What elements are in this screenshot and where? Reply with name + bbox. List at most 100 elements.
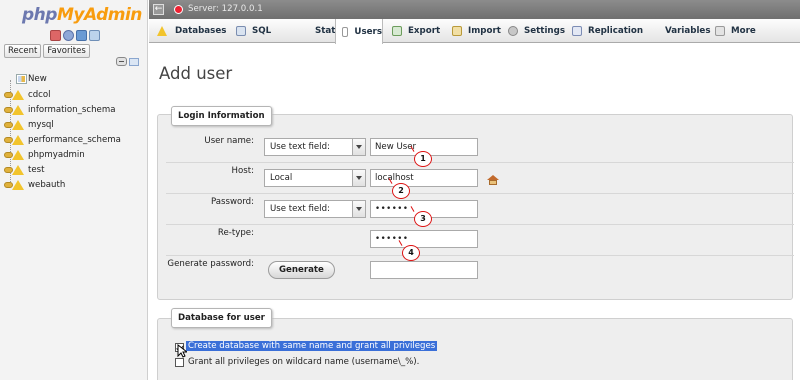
annotation-number: 4 xyxy=(408,248,414,257)
tab-label: Settings xyxy=(524,26,566,36)
generate-password-label: Generate password: xyxy=(167,259,254,269)
database-for-user-legend: Database for user xyxy=(171,308,272,328)
tree-item-performance-schema[interactable]: performance_schema xyxy=(0,132,148,147)
tab-label: Databases xyxy=(175,26,227,36)
users-icon xyxy=(342,26,349,37)
server-breadcrumb: ← Server: 127.0.0.1 xyxy=(149,0,800,19)
recent-favorites-tabs: Recent Favorites xyxy=(4,44,90,58)
server-label[interactable]: Server: 127.0.0.1 xyxy=(188,4,263,14)
tab-label: Variables xyxy=(665,26,711,36)
database-icon xyxy=(4,179,28,191)
phpmyadmin-logo[interactable]: phpMyAdmin xyxy=(22,5,142,25)
mouse-cursor-icon xyxy=(177,344,187,358)
row-divider xyxy=(166,193,794,194)
settings-icon xyxy=(508,26,518,36)
logout-icon[interactable] xyxy=(63,30,74,41)
tree-item-label: cdcol xyxy=(28,89,51,100)
retype-password-input[interactable]: •••••• xyxy=(370,230,478,248)
tab-sql[interactable]: SQL xyxy=(236,19,271,43)
tab-label: More xyxy=(731,26,756,36)
favorites-tab[interactable]: Favorites xyxy=(43,44,90,58)
row-divider xyxy=(166,162,794,163)
tree-item-label: test xyxy=(28,164,45,175)
annotation-marker-2: 2 xyxy=(388,178,410,199)
tree-item-label: New xyxy=(28,73,47,84)
back-arrow-icon[interactable]: ← xyxy=(153,4,164,15)
tab-export[interactable]: Export xyxy=(392,19,440,43)
tree-item-cdcol[interactable]: cdcol xyxy=(0,87,148,102)
server-icon xyxy=(174,5,183,14)
generated-password-input[interactable] xyxy=(370,261,478,279)
logo-php-text: php xyxy=(22,5,57,25)
quick-icons xyxy=(50,30,100,42)
database-icon xyxy=(4,104,28,116)
retype-label: Re-type: xyxy=(217,228,254,238)
host-home-icon xyxy=(487,175,499,185)
row-spacer xyxy=(166,128,794,129)
tree-item-webauth[interactable]: webauth xyxy=(0,177,148,192)
grant-wildcard-label[interactable]: Grant all privileges on wildcard name (u… xyxy=(188,357,419,367)
password-label: Password: xyxy=(210,197,254,207)
tree-item-mysql[interactable]: mysql xyxy=(0,117,148,132)
chevron-down-icon xyxy=(352,170,365,186)
annotation-number: 1 xyxy=(420,154,426,163)
tab-label: Export xyxy=(408,26,441,36)
sql-icon xyxy=(236,26,246,36)
database-icon xyxy=(4,149,28,161)
tree-item-phpmyadmin[interactable]: phpmyadmin xyxy=(0,147,148,162)
import-icon xyxy=(452,26,462,36)
password-type-value: Use text field: xyxy=(270,204,330,214)
username-label: User name: xyxy=(204,136,254,146)
database-icon xyxy=(4,134,28,146)
main-panel: ← Server: 127.0.0.1 Databases SQL Status… xyxy=(149,0,800,380)
export-icon xyxy=(392,26,402,36)
tab-databases[interactable]: Databases xyxy=(157,19,226,43)
page-title: Add user xyxy=(159,64,233,83)
collapse-all-icon[interactable] xyxy=(116,57,127,66)
tree-controls xyxy=(116,57,139,66)
tree-item-label: performance_schema xyxy=(28,134,121,145)
tree-item-label: information_schema xyxy=(28,104,116,115)
create-database-label[interactable]: Create database with same name and grant… xyxy=(186,341,438,351)
password-type-select[interactable]: Use text field: xyxy=(264,200,366,218)
host-type-value: Local xyxy=(270,173,293,183)
tab-import[interactable]: Import xyxy=(452,19,501,43)
logo-myadmin-text: MyAdmin xyxy=(56,5,142,25)
tab-label: Users xyxy=(354,26,382,37)
documentation-icon[interactable] xyxy=(89,30,100,41)
navigation-panel: phpMyAdmin Recent Favorites New cdcol in… xyxy=(0,0,148,380)
generate-button[interactable]: Generate xyxy=(268,261,335,279)
tab-label: SQL xyxy=(252,26,272,36)
databases-icon xyxy=(157,26,167,36)
tree-item-label: webauth xyxy=(28,179,66,190)
home-icon[interactable] xyxy=(50,30,61,41)
tree-item-information-schema[interactable]: information_schema xyxy=(0,102,148,117)
annotation-marker-3: 3 xyxy=(410,206,432,227)
tab-users[interactable]: Users xyxy=(335,19,383,44)
tree-item-new[interactable]: New xyxy=(0,70,148,87)
replication-icon xyxy=(572,26,582,36)
login-information-legend: Login Information xyxy=(171,106,272,126)
tree-item-test[interactable]: test xyxy=(0,162,148,177)
link-with-main-icon[interactable] xyxy=(129,57,139,66)
username-type-select[interactable]: Use text field: xyxy=(264,138,366,156)
annotation-number: 2 xyxy=(398,186,404,195)
tab-variables[interactable]: Variables xyxy=(665,19,711,43)
host-type-select[interactable]: Local xyxy=(264,169,366,187)
tree-item-label: mysql xyxy=(28,119,54,130)
annotation-number: 3 xyxy=(420,214,426,223)
tree-item-label: phpmyadmin xyxy=(28,149,85,160)
database-icon xyxy=(4,164,28,176)
tab-more[interactable]: More xyxy=(715,19,756,43)
database-icon xyxy=(4,119,28,131)
login-information-fieldset: User name: Use text field: New User Host… xyxy=(157,114,794,300)
tab-label: Replication xyxy=(588,26,644,36)
tab-settings[interactable]: Settings xyxy=(508,19,565,43)
row-divider xyxy=(166,224,794,225)
recent-tab[interactable]: Recent xyxy=(4,44,42,58)
chevron-down-icon xyxy=(352,139,365,155)
query-window-icon[interactable] xyxy=(76,30,87,41)
grant-wildcard-checkbox[interactable] xyxy=(175,358,184,367)
tab-replication[interactable]: Replication xyxy=(572,19,643,43)
host-input[interactable]: localhost xyxy=(370,169,478,187)
